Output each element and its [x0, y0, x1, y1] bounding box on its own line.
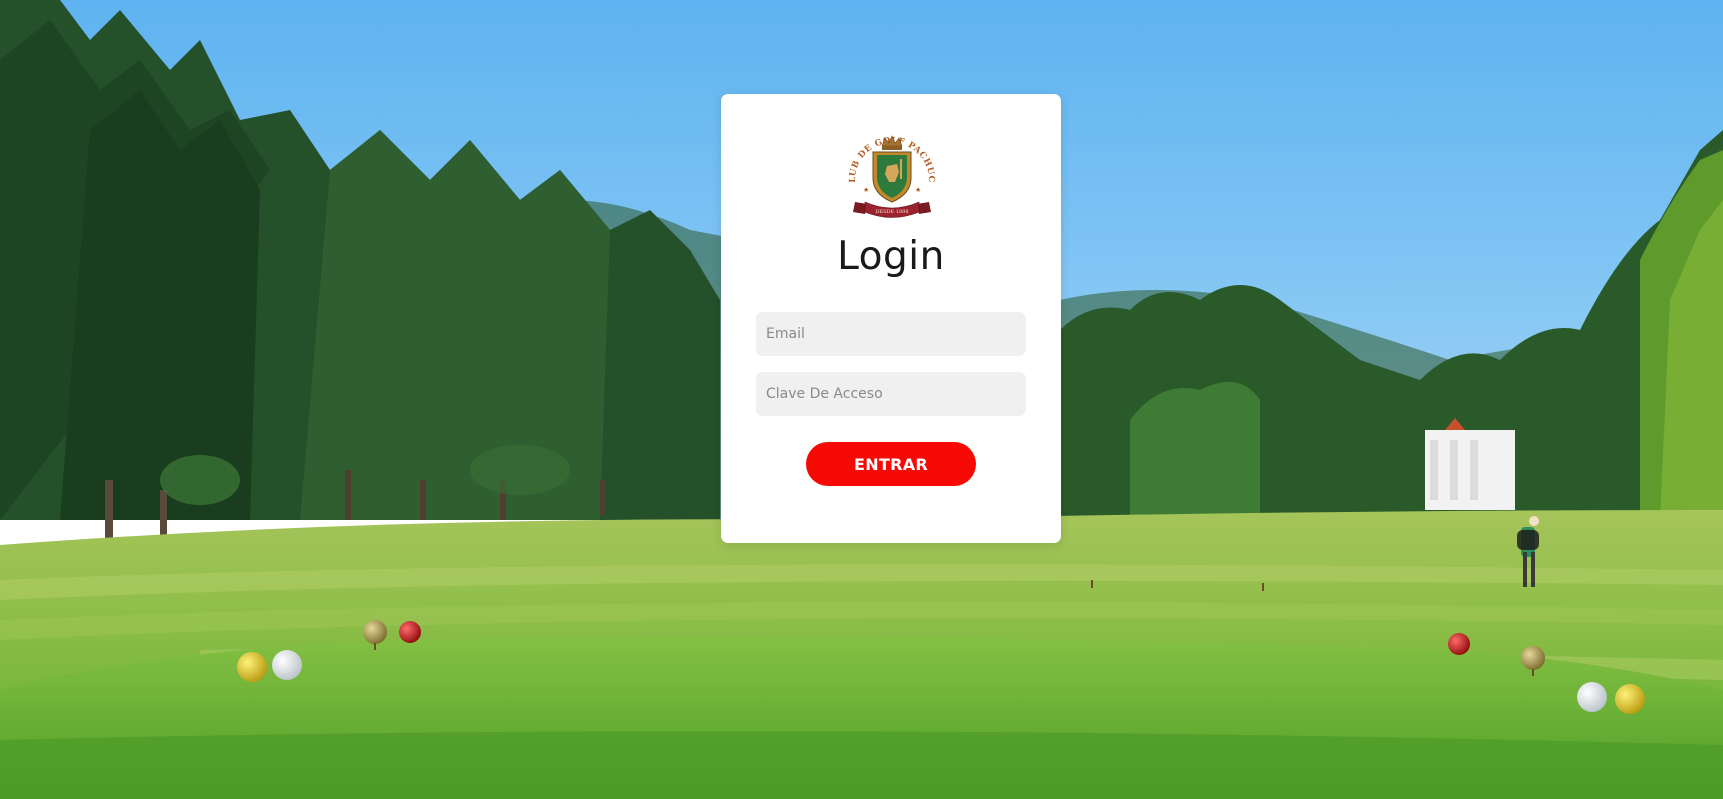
password-field[interactable] — [756, 372, 1026, 416]
email-field[interactable] — [756, 312, 1026, 356]
login-card: CLUB DE GOLF PACHUCA ★ ★ DESDE 1898 Logi… — [721, 94, 1061, 543]
logo-ribbon-text: DESDE 1898 — [875, 209, 908, 215]
svg-text:★: ★ — [863, 186, 869, 194]
club-logo: CLUB DE GOLF PACHUCA ★ ★ DESDE 1898 — [840, 115, 939, 226]
login-button[interactable]: ENTRAR — [806, 442, 976, 486]
crest-emblem-icon: CLUB DE GOLF PACHUCA ★ ★ DESDE 1898 — [840, 115, 935, 218]
page-title: Login — [837, 234, 945, 279]
svg-text:★: ★ — [915, 186, 921, 194]
